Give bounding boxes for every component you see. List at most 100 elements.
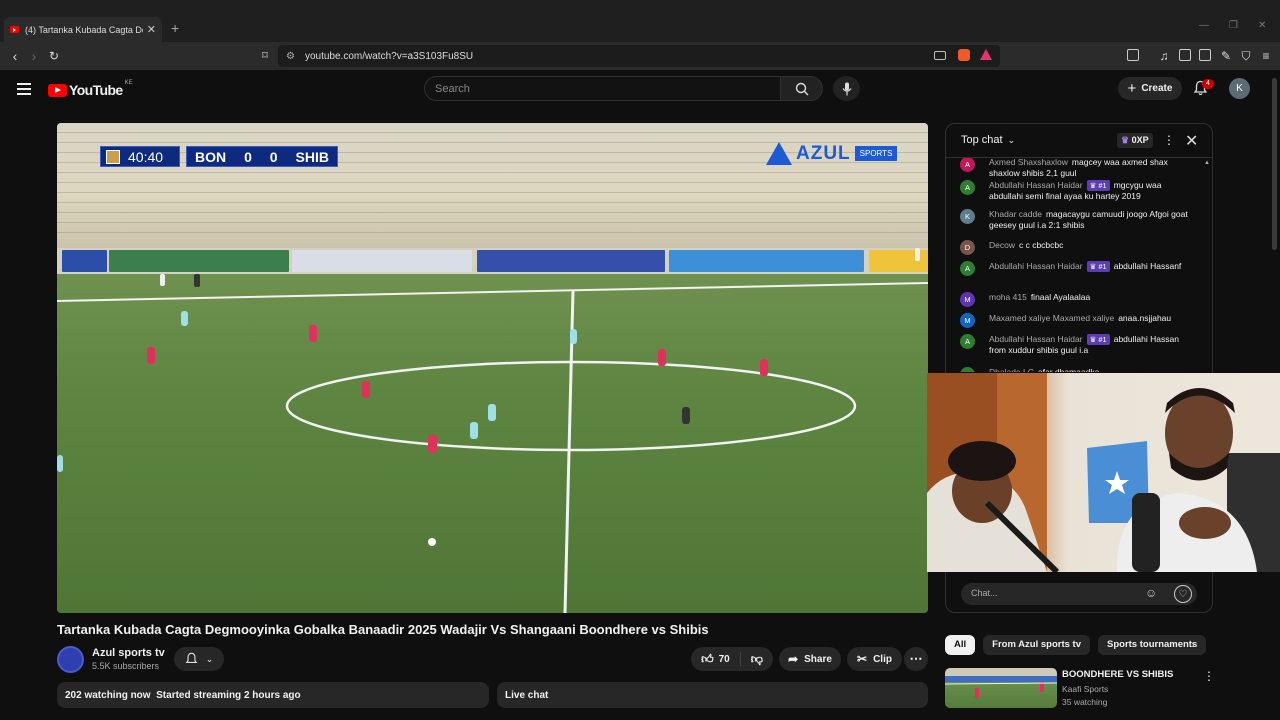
chat-avatar[interactable]: A [960, 180, 975, 195]
new-tab-icon[interactable]: + [171, 20, 179, 36]
scroll-up-icon[interactable]: ▲ [1204, 160, 1210, 166]
chat-mode-dropdown[interactable]: Top chat ⌄ [961, 134, 1015, 146]
browser-menu-icon[interactable]: ≡ [1258, 48, 1274, 64]
like-button[interactable]: 👍︎ 70 [701, 652, 730, 667]
live-chat-toggle[interactable]: Live chat [497, 682, 928, 708]
chat-avatar[interactable]: A [960, 334, 975, 349]
search-box[interactable] [424, 76, 781, 101]
maximize-icon[interactable]: ❐ [1229, 20, 1238, 31]
xp-value: 0XP [1131, 135, 1149, 145]
vpn-icon[interactable]: ⛉ [1238, 48, 1254, 64]
chat-author[interactable]: Abdullahi Hassan Haidar [989, 180, 1083, 190]
away-team: SHIB [295, 148, 329, 165]
chat-author[interactable]: Dhalade LC [989, 367, 1034, 372]
chevron-right-icon[interactable]: › [1191, 639, 1195, 651]
member-badge-text: #1 [1098, 335, 1107, 344]
bookmark-icon[interactable]: ⌑ [257, 48, 273, 64]
search-button[interactable] [781, 76, 823, 101]
chat-message: D Dhalade LCafar dhamaadka [960, 367, 1192, 372]
search-input[interactable] [435, 82, 780, 95]
chat-author[interactable]: Khadar cadde [989, 209, 1042, 219]
match-clock: 40:40 [100, 146, 180, 167]
hamburger-menu-icon[interactable] [17, 83, 31, 95]
broadcaster-sub: SPORTS [854, 146, 898, 161]
account-avatar[interactable]: K [1229, 78, 1250, 99]
heart-reaction-icon[interactable]: ♡ [1174, 585, 1192, 603]
dislike-button[interactable]: 👎︎ [751, 652, 763, 667]
recommendation-thumbnail[interactable] [945, 668, 1057, 708]
chat-author[interactable]: Axmed Shaxshaxlow [989, 158, 1068, 167]
recommendation-title[interactable]: BOONDHERE VS SHIBIS [1062, 669, 1173, 680]
description-box[interactable]: 202 watching now Started streaming 2 hou… [57, 682, 489, 708]
xp-badge[interactable]: ♛ 0XP [1117, 133, 1153, 148]
tab-title: (4) Tartanka Kubada Cagta Degm [25, 24, 143, 35]
back-icon[interactable]: ‹ [7, 48, 23, 64]
chevron-down-icon: ⌄ [1007, 135, 1016, 145]
music-icon[interactable]: ♫ [1156, 48, 1172, 64]
create-button[interactable]: + Create [1118, 77, 1182, 100]
tab-close-icon[interactable]: ✕ [147, 23, 156, 36]
channel-avatar[interactable] [57, 646, 84, 673]
chat-more-icon[interactable]: ⋮ [1163, 133, 1175, 147]
youtube-logo[interactable]: YouTube KE [48, 80, 133, 98]
minimize-icon[interactable]: — [1199, 20, 1209, 31]
microphone-icon [842, 82, 851, 95]
plus-icon: + [1127, 80, 1137, 97]
more-horizontal-icon: ⋯ [909, 651, 923, 666]
filter-chip[interactable]: All [945, 635, 976, 655]
subscription-button[interactable]: ⌄ [174, 647, 224, 671]
chat-avatar[interactable]: A [960, 261, 975, 276]
thumbs-down-icon: 👎︎ [750, 651, 763, 666]
rewards-icon[interactable] [980, 49, 992, 60]
recommendation-more-icon[interactable]: ⋮ [1203, 669, 1215, 683]
video-player[interactable]: 40:40 BON 0 0 SHIB AZUL SPORTS [57, 123, 928, 613]
forward-icon[interactable]: › [26, 48, 42, 64]
recommendation-channel[interactable]: Kaafi Sports [1062, 684, 1108, 694]
youtube-favicon-icon [10, 26, 19, 33]
clip-button[interactable]: ✂ Clip [847, 647, 902, 671]
chat-author[interactable]: Maxamed xaliye Maxamed xaliye [989, 313, 1114, 323]
chat-avatar[interactable]: D [960, 240, 975, 255]
chat-message: D Decow c c cbcbcbc [960, 240, 1192, 255]
chat-author[interactable]: Abdullahi Hassan Haidar [989, 334, 1083, 344]
browser-tab[interactable]: (4) Tartanka Kubada Cagta Degm ✕ [4, 17, 162, 42]
reload-icon[interactable]: ↻ [46, 48, 62, 64]
chat-text: abdullahi Hassanf [1113, 261, 1182, 271]
chat-author[interactable]: Decow [989, 240, 1015, 250]
chat-author[interactable]: Abdullahi Hassan Haidar [989, 261, 1083, 271]
leo-icon[interactable] [1127, 49, 1139, 61]
chat-avatar[interactable]: A [960, 158, 975, 172]
filter-chip[interactable]: From Azul sports tv [983, 635, 1090, 655]
site-info-icon[interactable]: ⚙ [286, 51, 295, 62]
page-scrollbar[interactable] [1272, 78, 1277, 250]
channel-name[interactable]: Azul sports tv [92, 647, 165, 659]
webcam-feed [927, 373, 1280, 572]
member-badge: ♛ #1 [1086, 261, 1110, 272]
chat-author[interactable]: moha 415 [989, 292, 1027, 302]
emoji-icon[interactable]: ☺ [1145, 586, 1157, 600]
thumbs-up-icon: 👍︎ [701, 651, 714, 666]
extensions-icon[interactable]: ✎ [1218, 48, 1234, 64]
chat-avatar[interactable]: M [960, 292, 975, 307]
chat-message: Mmoha 415 finaal Ayalaalaa [960, 292, 1192, 307]
cast-icon[interactable] [934, 51, 946, 60]
chat-message: A Axmed Shaxshaxlow magcey waa axmed shax … [960, 158, 1192, 179]
sidebar-toggle-icon[interactable] [1179, 49, 1191, 61]
chat-avatar[interactable]: M [960, 313, 975, 328]
wallet-icon[interactable] [1199, 49, 1211, 61]
chat-input[interactable]: Chat... [961, 583, 1197, 605]
brave-shield-icon[interactable] [958, 49, 970, 61]
pitch-markings [57, 248, 928, 613]
notification-badge: 4 [1202, 79, 1214, 89]
chat-avatar[interactable]: K [960, 209, 975, 224]
window-close-icon[interactable]: ✕ [1258, 20, 1266, 31]
chat-text: anaa.nsjjahau [1118, 313, 1172, 323]
share-button[interactable]: ➦ Share [779, 647, 841, 671]
chat-avatar[interactable]: D [960, 367, 975, 372]
home-team: BON [195, 148, 227, 165]
voice-search-button[interactable] [833, 76, 860, 101]
chat-close-icon[interactable]: ✕ [1185, 131, 1198, 151]
video-title: Tartanka Kubada Cagta Degmooyinka Gobalk… [57, 622, 709, 637]
url-field[interactable]: ⚙ youtube.com/watch?v=a3S103Fu8SU [278, 45, 1000, 67]
more-actions-button[interactable]: ⋯ [904, 647, 928, 671]
